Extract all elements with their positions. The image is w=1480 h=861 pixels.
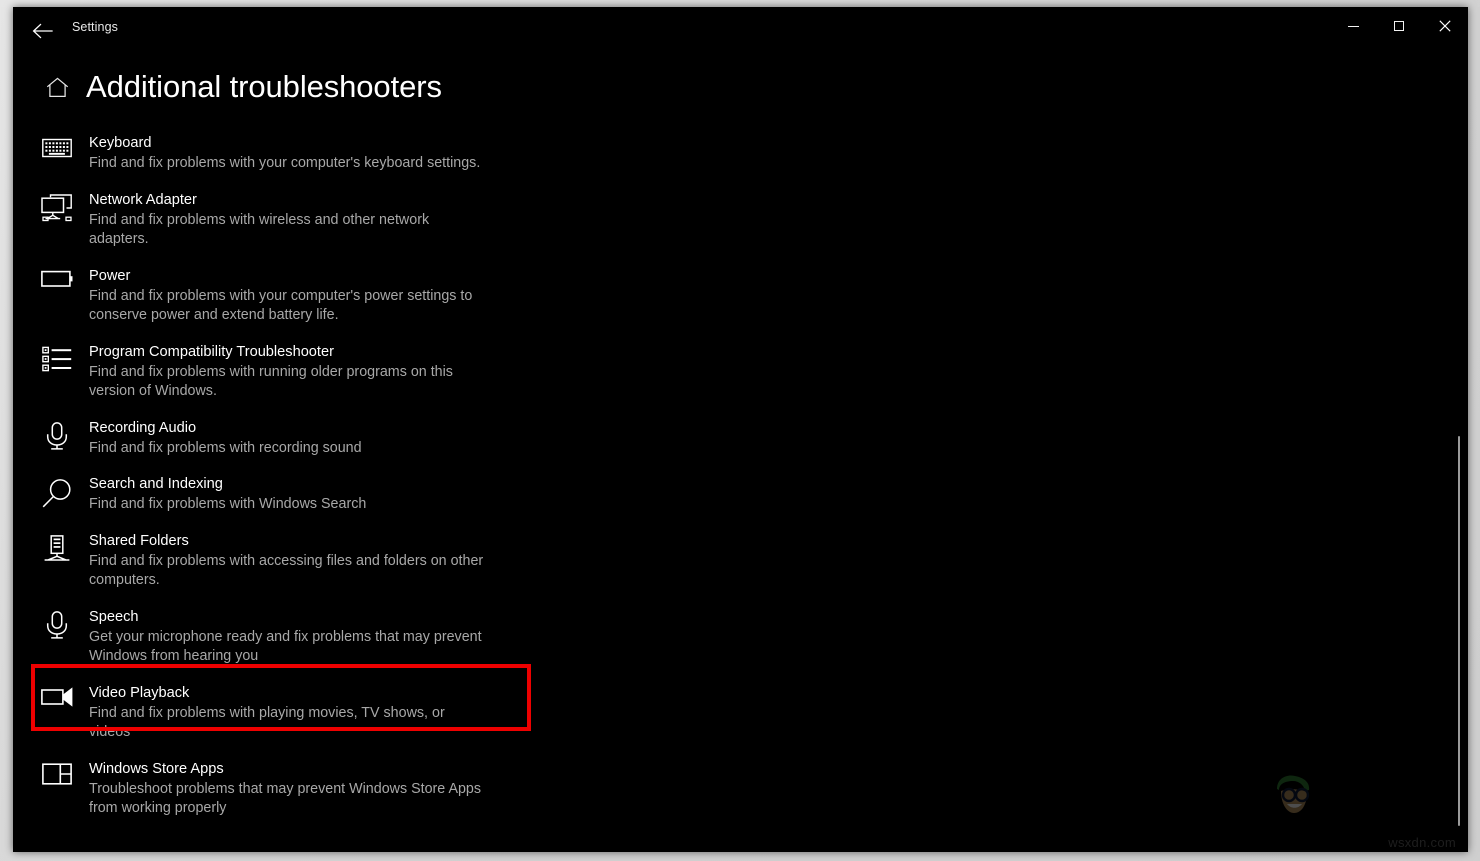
- item-description: Find and fix problems with accessing fil…: [89, 552, 484, 589]
- item-title: Search and Indexing: [89, 476, 223, 492]
- icon-slot: [35, 474, 79, 508]
- settings-window: Settings Additional troubleshooters Keyb…: [13, 7, 1468, 852]
- item-description: Find and fix problems with playing movie…: [89, 704, 445, 741]
- icon-slot: [35, 418, 79, 451]
- item-text: Search and Indexing Find and fix problem…: [89, 474, 366, 515]
- home-button[interactable]: [40, 77, 74, 98]
- page-title: Additional troubleshooters: [86, 69, 442, 104]
- app-title: Settings: [72, 20, 118, 34]
- minimize-icon: [1347, 25, 1359, 27]
- item-text: Program Compatibility Troubleshooter Fin…: [89, 342, 489, 402]
- list-item-recording-audio[interactable]: Recording Audio Find and fix problems wi…: [13, 414, 1468, 463]
- item-title: Windows Store Apps: [89, 760, 224, 777]
- icon-slot: [35, 342, 79, 372]
- icon-slot: [35, 133, 79, 159]
- close-icon: [1439, 20, 1451, 32]
- item-title: Shared Folders: [89, 532, 189, 549]
- list-item-speech[interactable]: Speech Get your microphone ready and fix…: [13, 603, 1468, 671]
- icon-slot: [35, 266, 79, 288]
- item-description: Find and fix problems with your computer…: [89, 287, 473, 324]
- item-title: Keyboard: [89, 135, 152, 151]
- item-description: Find and fix problems with recording sou…: [89, 439, 362, 456]
- icon-slot: [35, 607, 79, 640]
- item-description: Get your microphone ready and fix proble…: [89, 628, 482, 665]
- keyboard-icon: [42, 138, 72, 158]
- scrollbar-thumb[interactable]: [1458, 436, 1460, 826]
- page-header: Additional troubleshooters: [13, 65, 442, 109]
- item-description: Find and fix problems with your computer…: [89, 155, 481, 171]
- icon-slot: [35, 531, 79, 564]
- home-icon: [46, 77, 68, 97]
- item-title: Network Adapter: [89, 191, 197, 208]
- list-icon: [42, 346, 72, 371]
- network-adapter-icon: [41, 193, 72, 221]
- item-title: Speech: [89, 608, 139, 625]
- item-description: Find and fix problems with running older…: [89, 363, 453, 400]
- back-arrow-icon: [32, 23, 53, 39]
- microphone-icon: [46, 610, 68, 639]
- title-bar: Settings: [13, 7, 1468, 54]
- minimize-button[interactable]: [1330, 7, 1376, 45]
- item-description: Find and fix problems with Windows Searc…: [89, 496, 367, 512]
- item-text: Windows Store Apps Troubleshoot problems…: [89, 759, 489, 819]
- troubleshooter-list: Keyboard Find and fix problems with your…: [13, 129, 1468, 831]
- list-item-program-compatibility[interactable]: Program Compatibility Troubleshooter Fin…: [13, 338, 1468, 406]
- maximize-button[interactable]: [1376, 7, 1422, 45]
- magnifier-icon: [42, 479, 71, 508]
- item-text: Keyboard Find and fix problems with your…: [89, 133, 480, 174]
- list-item-power[interactable]: Power Find and fix problems with your co…: [13, 262, 1468, 330]
- item-title: Program Compatibility Troubleshooter: [89, 343, 334, 360]
- video-camera-icon: [41, 686, 73, 707]
- watermark-text: wsxdn.com: [1388, 835, 1456, 850]
- list-item-network-adapter[interactable]: Network Adapter Find and fix problems wi…: [13, 186, 1468, 254]
- microphone-icon: [46, 421, 68, 450]
- item-text: Shared Folders Find and fix problems wit…: [89, 531, 489, 591]
- item-description: Troubleshoot problems that may prevent W…: [89, 780, 482, 817]
- server-share-icon: [44, 534, 70, 561]
- icon-slot: [35, 190, 79, 222]
- item-description: Find and fix problems with wireless and …: [89, 211, 430, 248]
- item-text: Recording Audio Find and fix problems wi…: [89, 418, 362, 459]
- icon-slot: [35, 683, 79, 707]
- item-title: Video Playback: [89, 684, 190, 701]
- item-text: Speech Get your microphone ready and fix…: [89, 607, 489, 667]
- list-item-search-indexing[interactable]: Search and Indexing Find and fix problem…: [13, 470, 1468, 519]
- window-controls: [1330, 7, 1468, 45]
- item-text: Power Find and fix problems with your co…: [89, 266, 489, 326]
- item-text: Network Adapter Find and fix problems wi…: [89, 190, 489, 250]
- vertical-scrollbar[interactable]: [1453, 54, 1465, 852]
- maximize-icon: [1394, 21, 1404, 31]
- back-button[interactable]: [20, 11, 64, 51]
- list-item-shared-folders[interactable]: Shared Folders Find and fix problems wit…: [13, 527, 1468, 595]
- screenshot-canvas: Settings Additional troubleshooters Keyb…: [0, 0, 1480, 861]
- icon-slot: [35, 759, 79, 785]
- item-title: Power: [89, 267, 131, 284]
- item-title: Recording Audio: [89, 419, 197, 436]
- item-text: Video Playback Find and fix problems wit…: [89, 683, 489, 743]
- store-apps-icon: [42, 762, 72, 785]
- close-button[interactable]: [1422, 7, 1468, 45]
- list-item-keyboard[interactable]: Keyboard Find and fix problems with your…: [13, 129, 1468, 178]
- list-item-video-playback[interactable]: Video Playback Find and fix problems wit…: [13, 679, 1468, 747]
- battery-icon: [41, 270, 73, 287]
- list-item-windows-store-apps[interactable]: Windows Store Apps Troubleshoot problems…: [13, 755, 1468, 823]
